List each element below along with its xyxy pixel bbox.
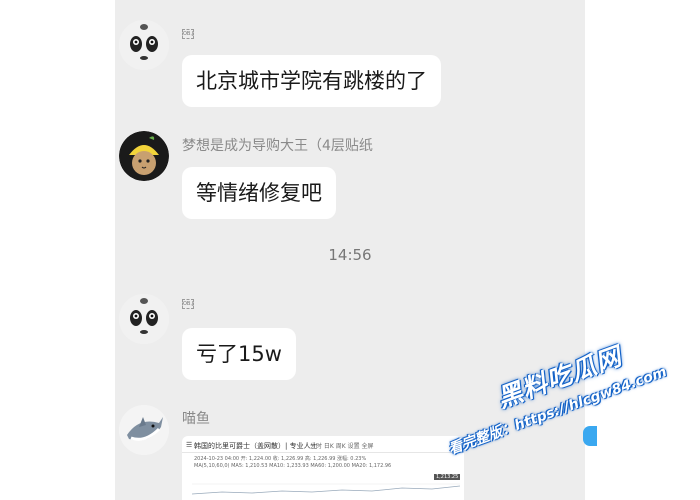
floating-action-button[interactable]: [583, 426, 597, 446]
left-margin: [0, 0, 115, 500]
price-line: [191, 483, 461, 495]
panda-face-avatar[interactable]: [119, 20, 169, 70]
shark-avatar[interactable]: [119, 405, 169, 455]
cat-lemon-hat-avatar[interactable]: [119, 131, 169, 181]
sender-name: 喵鱼: [182, 411, 210, 427]
attachment-row: 2024-10-23 04:00 开: 1,224.00 收: 1,226.99…: [194, 456, 367, 462]
sender-name: 梦想是成为导购大王（4层贴纸: [182, 138, 373, 154]
timestamp: 14:56: [328, 246, 372, 264]
right-margin: [585, 0, 700, 500]
message-bubble[interactable]: 北京城市学院有跳楼的了: [182, 55, 441, 107]
attachment-title: 韩国的比里可爵士（盖网散）| 专业人士: [194, 442, 318, 450]
divider: [182, 452, 464, 453]
attachment-row: MA(5,10,60,0) MA5: 1,210.53 MA10: 1,233.…: [194, 463, 392, 469]
message-bubble[interactable]: 亏了15w: [182, 328, 296, 380]
stock-chart-attachment[interactable]: ☰ 韩国的比里可爵士（盖网散）| 专业人士 分时 日K 周K 设置 全屏 202…: [182, 436, 464, 500]
message-bubble[interactable]: 等情绪修复吧: [182, 167, 336, 219]
attachment-tabs: 分时 日K 周K 设置 全屏: [310, 443, 374, 450]
sender-tag-icon: OB.J: [182, 29, 194, 39]
sender-tag-icon: OB.J: [182, 299, 194, 309]
panda-face-avatar[interactable]: [119, 294, 169, 344]
menu-icon: ☰: [186, 441, 193, 449]
price-tag: 1,213.25: [434, 474, 461, 480]
